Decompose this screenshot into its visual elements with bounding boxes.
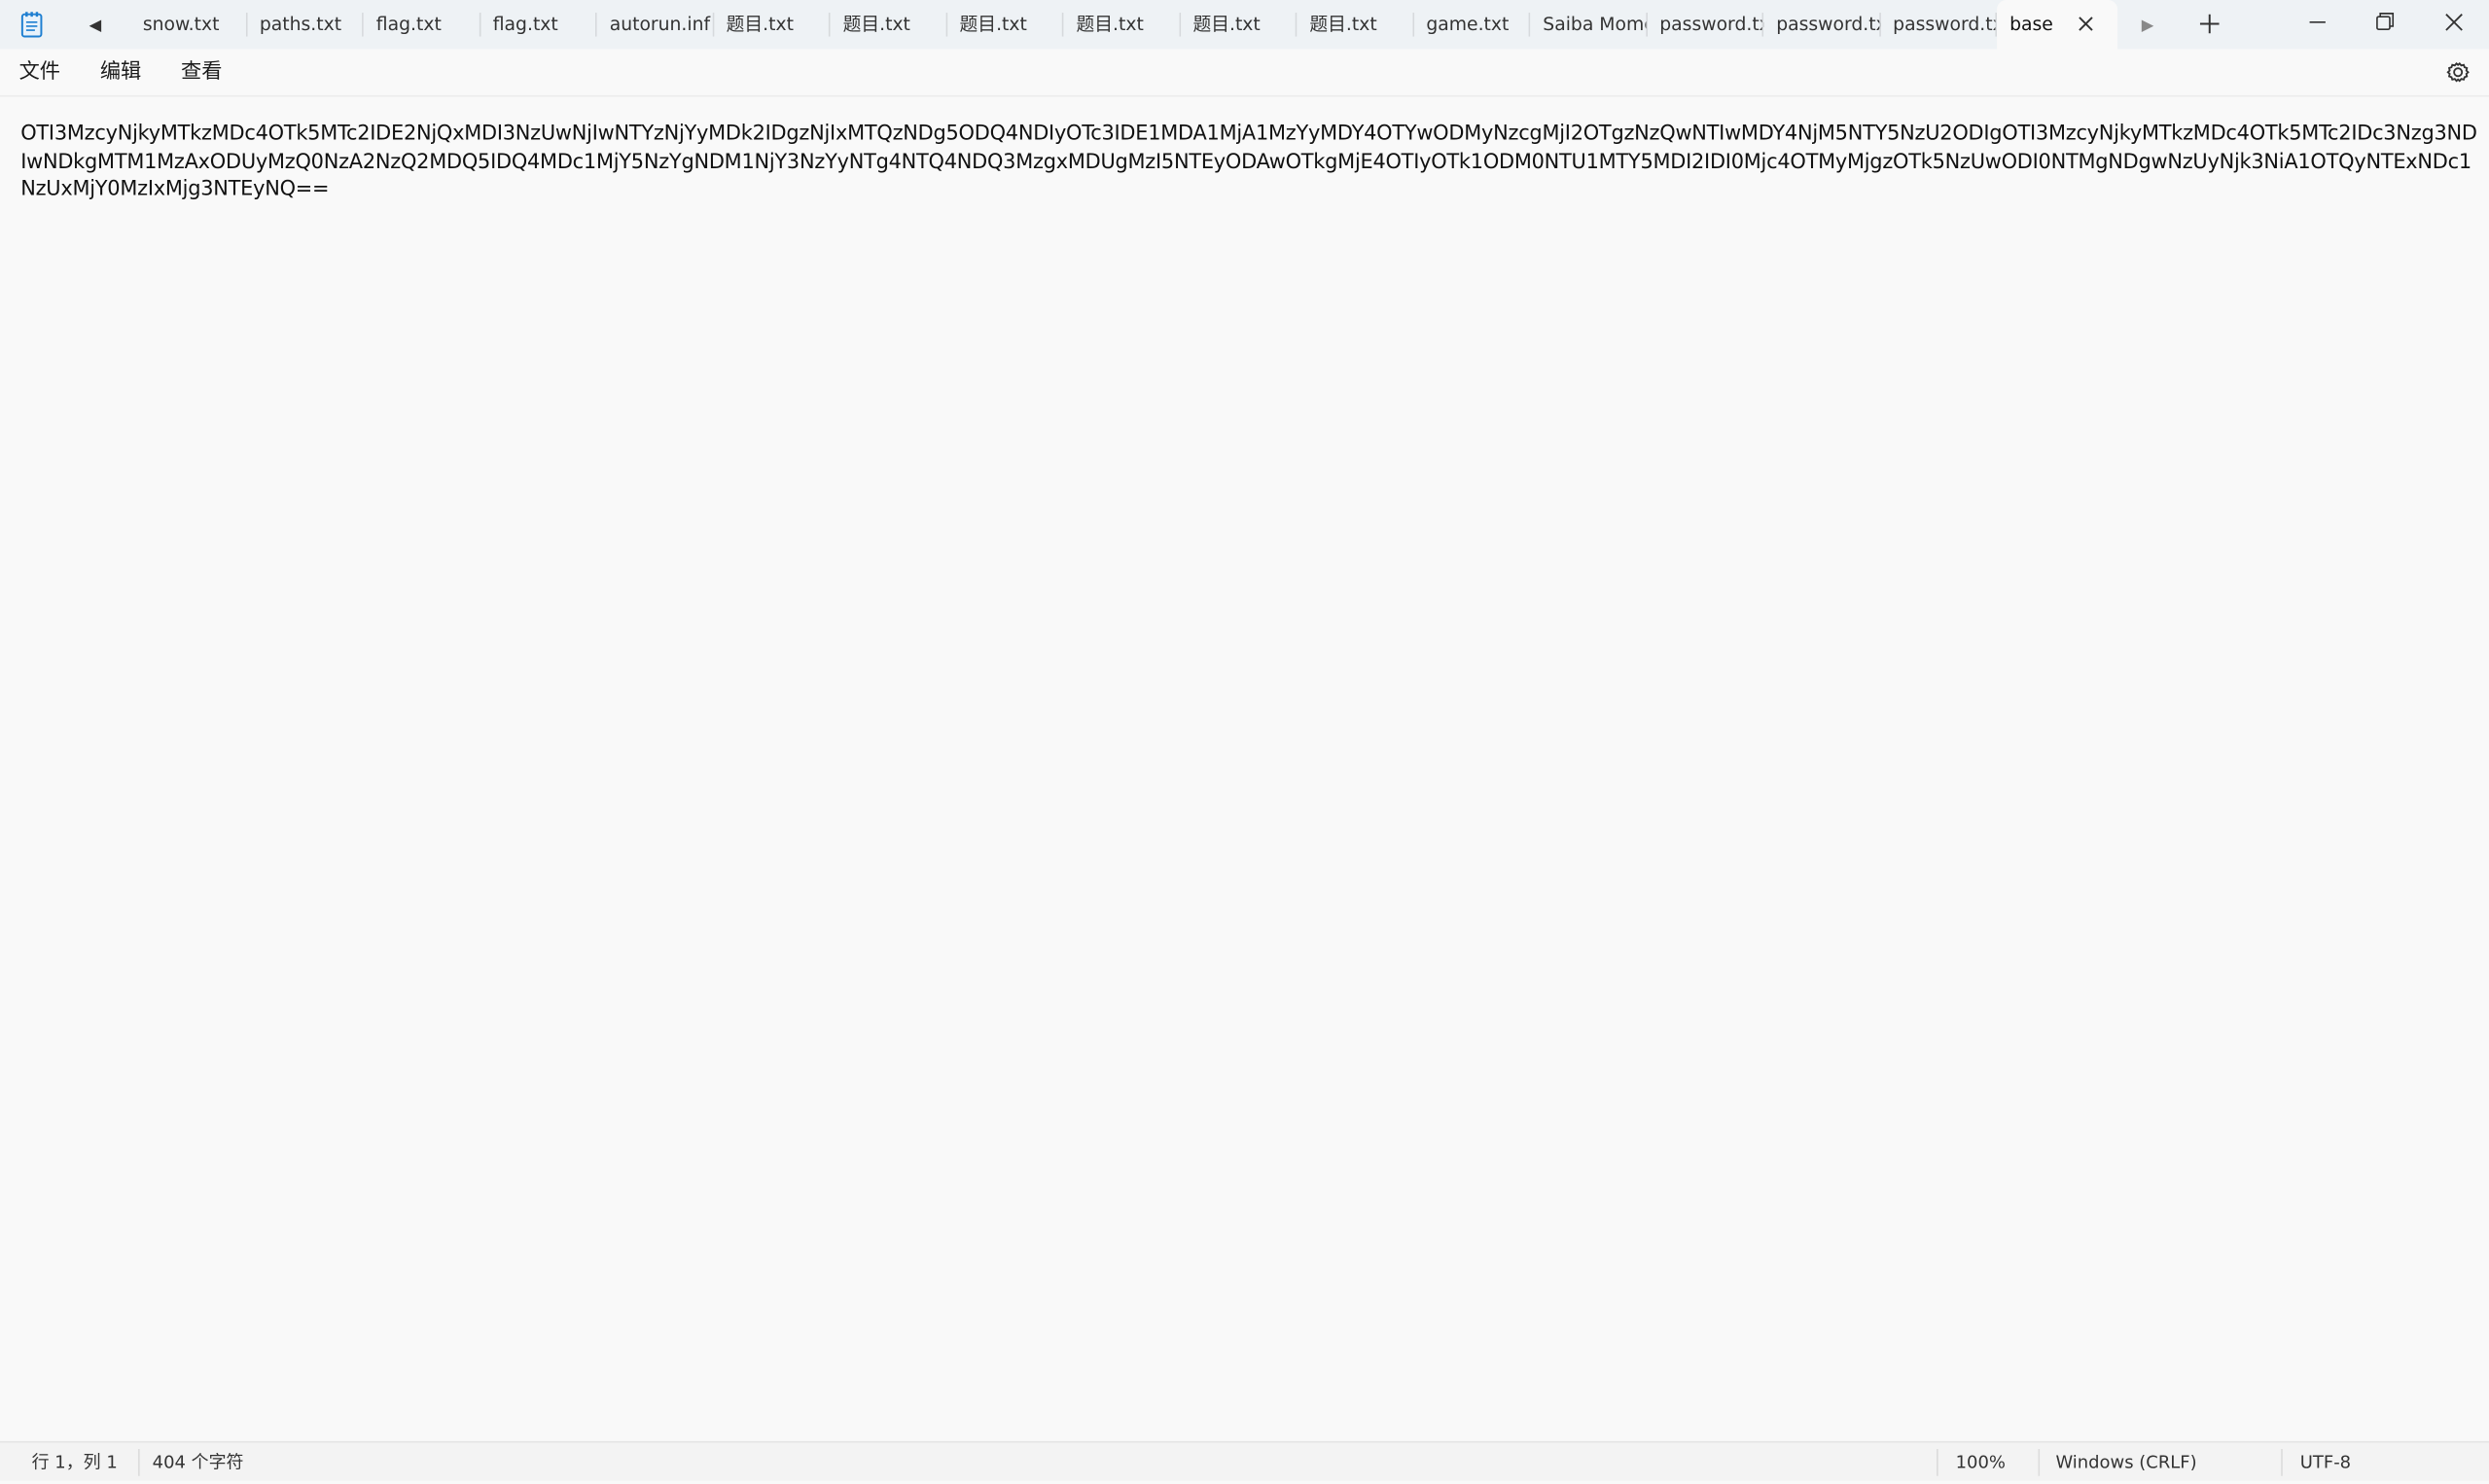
- status-divider: [1937, 1449, 1938, 1476]
- status-divider: [137, 1449, 140, 1476]
- tab[interactable]: password.txt: [1647, 0, 1763, 50]
- title-bar: ◀ snow.txt paths.txt flag.txt flag.txt a…: [0, 0, 2489, 50]
- status-bar: 行 1，列 1 404 个字符 100% Windows (CRLF) UTF-…: [0, 1440, 2489, 1481]
- tab[interactable]: autorun.inf: [597, 0, 714, 50]
- editor-content[interactable]: OTI3MzcyNjkyMTkzMDc4OTk5MTc2IDE2NjQxMDI3…: [20, 121, 2481, 204]
- tab[interactable]: flag.txt: [364, 0, 480, 50]
- tab[interactable]: 题目.txt: [714, 0, 831, 50]
- menu-bar: 文件 编辑 查看: [0, 49, 2489, 97]
- text-editor[interactable]: OTI3MzcyNjkyMTkzMDc4OTk5MTc2IDE2NjQxMDI3…: [0, 96, 2489, 1440]
- status-divider: [2281, 1449, 2283, 1476]
- tab-strip: snow.txt paths.txt flag.txt flag.txt aut…: [130, 0, 2118, 50]
- caret-right-icon[interactable]: ▶: [2135, 13, 2160, 38]
- tab[interactable]: 题目.txt: [1063, 0, 1180, 50]
- cursor-position: 行 1，列 1: [31, 1452, 118, 1473]
- tab[interactable]: 题目.txt: [1297, 0, 1413, 50]
- restore-icon[interactable]: [2366, 7, 2401, 39]
- plus-icon[interactable]: [2195, 10, 2223, 38]
- tab[interactable]: 题目.txt: [831, 0, 947, 50]
- tab[interactable]: paths.txt: [247, 0, 364, 50]
- notepad-icon: [19, 11, 45, 38]
- menu-view[interactable]: 查看: [181, 50, 222, 95]
- tab[interactable]: 题目.txt: [1180, 0, 1297, 50]
- tab[interactable]: 题目.txt: [946, 0, 1063, 50]
- tab[interactable]: flag.txt: [480, 0, 597, 50]
- tab-active[interactable]: base: [1997, 0, 2118, 50]
- gear-icon[interactable]: [2444, 58, 2471, 86]
- menu-edit[interactable]: 编辑: [100, 50, 141, 95]
- encoding[interactable]: UTF-8: [2300, 1442, 2351, 1480]
- tab[interactable]: Saiba Momo: [1530, 0, 1647, 50]
- menu-file[interactable]: 文件: [19, 50, 60, 95]
- minimize-icon[interactable]: [2300, 7, 2335, 39]
- status-divider: [2038, 1449, 2041, 1476]
- close-icon[interactable]: [2073, 11, 2098, 36]
- tab[interactable]: password.txt: [1880, 0, 1997, 50]
- caret-left-icon[interactable]: ◀: [83, 13, 108, 38]
- tab[interactable]: password.txt: [1763, 0, 1880, 50]
- line-ending[interactable]: Windows (CRLF): [2055, 1442, 2196, 1480]
- close-icon[interactable]: [2436, 7, 2471, 39]
- tab[interactable]: snow.txt: [130, 0, 247, 50]
- zoom-level[interactable]: 100%: [1956, 1442, 2006, 1480]
- tab[interactable]: game.txt: [1413, 0, 1530, 50]
- character-count: 404 个字符: [152, 1452, 244, 1473]
